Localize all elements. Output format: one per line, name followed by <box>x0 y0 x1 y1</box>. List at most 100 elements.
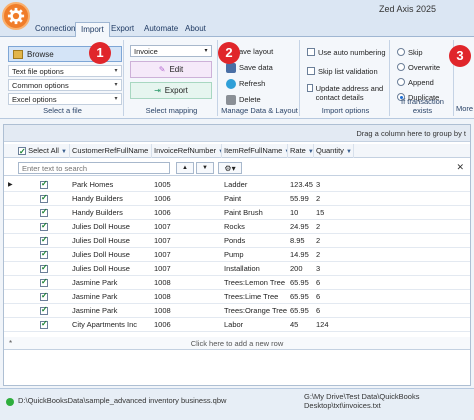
row-select-checkbox[interactable] <box>40 277 48 287</box>
cell-rate[interactable]: 45 <box>288 318 314 332</box>
cell-quantity[interactable]: 15 <box>314 206 354 220</box>
cell-customer[interactable]: Jasmine Park <box>70 304 152 318</box>
cell-item[interactable]: Paint Brush <box>222 206 288 220</box>
cell-invoice[interactable]: 1007 <box>152 220 222 234</box>
cell-customer[interactable]: Julies Doll House <box>70 262 152 276</box>
cell-quantity[interactable]: 3 <box>314 178 354 192</box>
radio-overwrite[interactable]: Overwrite <box>397 63 440 72</box>
tab-connection[interactable]: Connection <box>30 22 80 37</box>
cell-rate[interactable]: 8.95 <box>288 234 314 248</box>
text-file-options-dropdown[interactable]: Text file options ▾ <box>8 65 122 77</box>
column-header-rate[interactable]: Rate ▼ <box>288 144 314 158</box>
cell-invoice[interactable]: 1008 <box>152 304 222 318</box>
grid-settings-button[interactable]: ⚙▾ <box>218 162 242 174</box>
cell-customer[interactable]: Julies Doll House <box>70 248 152 262</box>
row-select-checkbox[interactable] <box>40 235 48 245</box>
cell-rate[interactable]: 65.95 <box>288 304 314 318</box>
cell-rate[interactable]: 123.45 <box>288 178 314 192</box>
table-row[interactable]: Jasmine Park1008Trees:Lime Tree65.956 <box>4 290 470 304</box>
cell-customer[interactable]: Park Homes <box>70 178 152 192</box>
add-new-row[interactable]: * Click here to add a new row <box>4 337 470 350</box>
filter-icon[interactable]: ▼ <box>346 145 352 158</box>
search-next-button[interactable]: ▼ <box>196 162 214 174</box>
update-address-option[interactable]: Update address and contact details <box>307 84 387 102</box>
row-select-checkbox[interactable] <box>40 319 48 329</box>
tab-about[interactable]: About <box>180 22 211 37</box>
table-row[interactable]: Julies Doll House1007Pump14.952 <box>4 248 470 262</box>
search-input[interactable] <box>18 162 170 174</box>
cell-quantity[interactable]: 6 <box>314 304 354 318</box>
auto-numbering-checkbox[interactable] <box>307 48 315 56</box>
cell-customer[interactable]: Handy Builders <box>70 192 152 206</box>
cell-item[interactable]: Rocks <box>222 220 288 234</box>
table-row[interactable]: Jasmine Park1008Trees:Orange Tree65.956 <box>4 304 470 318</box>
common-options-dropdown[interactable]: Common options ▾ <box>8 79 122 91</box>
row-select-checkbox[interactable] <box>40 193 48 203</box>
cell-customer[interactable]: Handy Builders <box>70 206 152 220</box>
cell-quantity[interactable]: 6 <box>314 290 354 304</box>
cell-invoice[interactable]: 1007 <box>152 262 222 276</box>
cell-quantity[interactable]: 2 <box>314 192 354 206</box>
more-group-label[interactable]: More <box>456 104 473 113</box>
filter-icon[interactable]: ▼ <box>61 145 67 158</box>
cell-rate[interactable]: 55.99 <box>288 192 314 206</box>
cell-invoice[interactable]: 1005 <box>152 178 222 192</box>
radio-append[interactable]: Append <box>397 78 434 87</box>
cell-item[interactable]: Paint <box>222 192 288 206</box>
cell-invoice[interactable]: 1007 <box>152 234 222 248</box>
cell-quantity[interactable]: 2 <box>314 220 354 234</box>
skip-list-validation-checkbox[interactable] <box>307 67 315 75</box>
cell-invoice[interactable]: 1008 <box>152 276 222 290</box>
edit-mapping-button[interactable]: ✎ Edit <box>130 61 212 78</box>
cell-invoice[interactable]: 1006 <box>152 192 222 206</box>
cell-customer[interactable]: Jasmine Park <box>70 290 152 304</box>
cell-item[interactable]: Ponds <box>222 234 288 248</box>
column-header-invoice[interactable]: InvoiceRefNumber▼ <box>152 144 222 158</box>
table-row[interactable]: Julies Doll House1007Ponds8.952 <box>4 234 470 248</box>
row-select-checkbox[interactable] <box>40 305 48 315</box>
search-prev-button[interactable]: ▲ <box>176 162 194 174</box>
cell-invoice[interactable]: 1007 <box>152 248 222 262</box>
cell-rate[interactable]: 65.95 <box>288 276 314 290</box>
column-header-quantity[interactable]: Quantity ▼ <box>314 144 354 158</box>
cell-customer[interactable]: Julies Doll House <box>70 234 152 248</box>
cell-item[interactable]: Installation <box>222 262 288 276</box>
update-address-checkbox[interactable] <box>307 84 313 92</box>
close-search-icon[interactable]: ✕ <box>456 162 464 173</box>
cell-quantity[interactable]: 2 <box>314 234 354 248</box>
row-select-checkbox[interactable] <box>40 249 48 259</box>
cell-item[interactable]: Trees:Lemon Tree <box>222 276 288 290</box>
table-row[interactable]: Handy Builders1006Paint55.992 <box>4 192 470 206</box>
table-row[interactable]: Jasmine Park1008Trees:Lemon Tree65.956 <box>4 276 470 290</box>
cell-customer[interactable]: Julies Doll House <box>70 220 152 234</box>
cell-quantity[interactable]: 124 <box>314 318 354 332</box>
tab-export[interactable]: Export <box>106 22 139 37</box>
cell-item[interactable]: Pump <box>222 248 288 262</box>
cell-rate[interactable]: 10 <box>288 206 314 220</box>
cell-item[interactable]: Labor <box>222 318 288 332</box>
cell-quantity[interactable]: 6 <box>314 276 354 290</box>
table-row[interactable]: Julies Doll House1007Installation2003 <box>4 262 470 276</box>
skip-list-validation-option[interactable]: Skip list validation <box>307 67 378 76</box>
column-header-item[interactable]: ItemRefFullName▼ <box>222 144 288 158</box>
select-all-header[interactable]: Select All▼ <box>16 144 70 158</box>
row-select-checkbox[interactable] <box>40 207 48 217</box>
table-row[interactable]: Julies Doll House1007Rocks24.952 <box>4 220 470 234</box>
cell-invoice[interactable]: 1006 <box>152 206 222 220</box>
cell-rate[interactable]: 14.95 <box>288 248 314 262</box>
export-mapping-button[interactable]: ⇥ Export <box>130 82 212 99</box>
filter-icon[interactable]: ▼ <box>308 145 313 158</box>
cell-item[interactable]: Trees:Lime Tree <box>222 290 288 304</box>
row-select-checkbox[interactable] <box>40 263 48 273</box>
radio-skip[interactable]: Skip <box>397 48 423 57</box>
cell-rate[interactable]: 65.95 <box>288 290 314 304</box>
tab-import[interactable]: Import <box>75 22 110 38</box>
cell-quantity[interactable]: 3 <box>314 262 354 276</box>
cell-rate[interactable]: 200 <box>288 262 314 276</box>
column-header-customer[interactable]: CustomerRefFullName▼ <box>70 144 152 158</box>
table-row[interactable]: Handy Builders1006Paint Brush1015 <box>4 206 470 220</box>
cell-item[interactable]: Ladder <box>222 178 288 192</box>
row-select-checkbox[interactable] <box>40 179 48 189</box>
tab-automate[interactable]: Automate <box>139 22 183 37</box>
excel-options-dropdown[interactable]: Excel options ▾ <box>8 93 122 105</box>
